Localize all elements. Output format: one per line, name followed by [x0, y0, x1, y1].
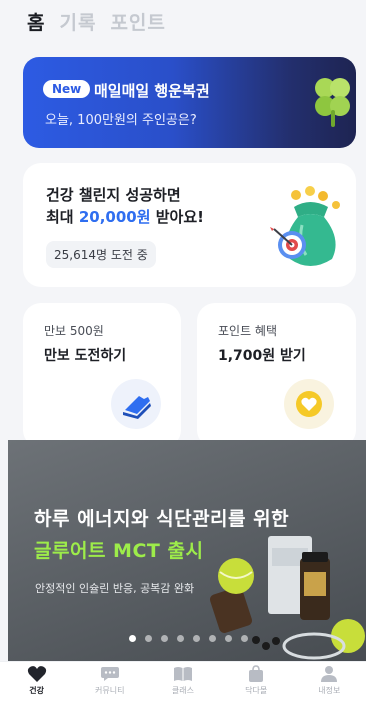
steps-title: 만보 도전하기: [44, 348, 127, 364]
tab-points[interactable]: 포인트: [110, 8, 165, 35]
nav-label: 커뮤니티: [95, 686, 125, 695]
nav-class[interactable]: 클래스: [153, 665, 213, 696]
nav-community[interactable]: 커뮤니티: [80, 665, 140, 696]
carousel-dot[interactable]: [209, 635, 216, 642]
sneaker-icon-circle: [111, 379, 161, 429]
tab-records[interactable]: 기록: [59, 8, 96, 35]
shopping-bag-icon: [249, 665, 264, 682]
tab-home[interactable]: 홈: [27, 8, 45, 35]
carousel-dot[interactable]: [145, 635, 152, 642]
clover-icon: [315, 78, 350, 127]
challenge-line-1: 건강 챌린지 성공하면: [46, 186, 181, 204]
app-screen: 홈 기록 포인트 New 매일매일 행운복권 오늘, 100만원의 주인공은? …: [0, 0, 366, 701]
nav-label: 닥다몰: [245, 686, 268, 695]
person-icon: [321, 666, 338, 682]
promo-product: 글루어트 MCT 출시: [34, 540, 204, 562]
points-subtitle: 포인트 혜택: [218, 324, 278, 338]
carousel-dot[interactable]: [225, 635, 232, 642]
participants-badge: 25,614명 도전 중: [46, 241, 156, 268]
sneaker-icon: [123, 396, 151, 419]
nav-my-info[interactable]: 내정보: [299, 665, 359, 696]
carousel-dot[interactable]: [129, 635, 136, 642]
lottery-banner[interactable]: New 매일매일 행운복권 오늘, 100만원의 주인공은?: [23, 57, 356, 148]
top-tabs: 홈 기록 포인트: [27, 8, 166, 35]
challenge-title: 건강 챌린지 성공하면 최대 20,000원 받아요!: [46, 184, 204, 228]
points-title: 1,700원 받기: [218, 348, 306, 364]
steps-card[interactable]: 만보 500원 만보 도전하기: [23, 303, 181, 448]
nav-label: 내정보: [318, 686, 341, 695]
challenge-suffix: 받아요!: [150, 208, 204, 226]
promo-subtitle: 안정적인 인슐린 반응, 공복감 완화: [35, 582, 195, 595]
heart-coin-icon: [296, 391, 322, 417]
nav-label: 클래스: [171, 686, 195, 695]
nav-health[interactable]: 건강: [7, 665, 67, 696]
heart-coin-icon-circle: [284, 379, 334, 429]
lottery-subtitle: 오늘, 100만원의 주인공은?: [45, 113, 197, 128]
nav-mall[interactable]: 닥다몰: [226, 665, 286, 696]
carousel-dot[interactable]: [193, 635, 200, 642]
challenge-line-2: 최대 20,000원 받아요!: [46, 206, 204, 228]
bottom-nav: 건강 커뮤니티 클래스 닥다몰 내정보: [0, 661, 366, 701]
challenge-amount: 20,000원: [78, 208, 151, 226]
carousel-dot[interactable]: [241, 635, 248, 642]
money-bag-target-icon: [270, 186, 340, 266]
book-icon: [173, 667, 192, 681]
promo-title: 하루 에너지와 식단관리를 위한: [34, 508, 290, 530]
carousel-dot[interactable]: [161, 635, 168, 642]
heart-icon: [27, 666, 46, 682]
points-card[interactable]: 포인트 혜택 1,700원 받기: [197, 303, 356, 448]
chat-icon: [100, 667, 119, 681]
carousel-dots: [129, 635, 248, 642]
nav-label: 건강: [29, 686, 44, 695]
challenge-card[interactable]: 건강 챌린지 성공하면 최대 20,000원 받아요! 25,614명 도전 중: [23, 163, 356, 287]
promo-banner[interactable]: 하루 에너지와 식단관리를 위한 글루어트 MCT 출시 안정적인 인슐린 반응…: [8, 440, 366, 661]
new-badge: New: [43, 80, 91, 98]
carousel-dot[interactable]: [177, 635, 184, 642]
lottery-title: 매일매일 행운복권: [94, 82, 210, 100]
challenge-prefix: 최대: [46, 208, 79, 226]
steps-subtitle: 만보 500원: [44, 324, 104, 338]
